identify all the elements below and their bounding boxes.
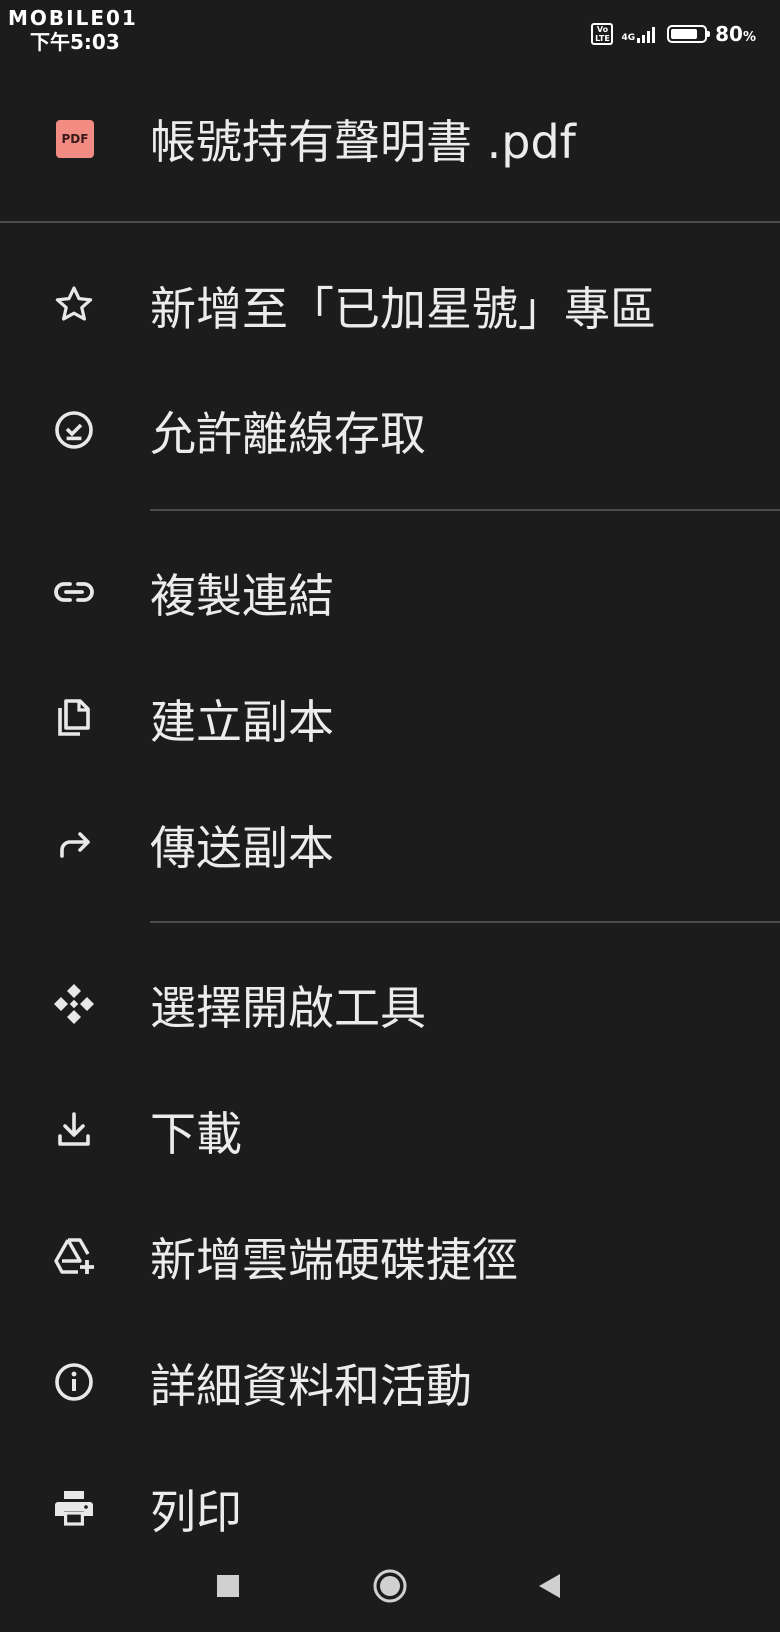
pdf-file-icon: PDF: [56, 120, 94, 158]
menu-item-send-copy[interactable]: 傳送副本: [0, 786, 780, 898]
menu-item-add-star[interactable]: 新增至「已加星號」專區: [0, 247, 780, 359]
menu-item-add-shortcut[interactable]: 新增雲端硬碟捷徑: [0, 1198, 780, 1310]
menu-item-label: 選擇開啟工具: [150, 981, 426, 1035]
forward-arrow-icon: [50, 820, 98, 868]
menu-item-copy-link[interactable]: 複製連結: [0, 534, 780, 646]
recents-button[interactable]: [208, 1566, 248, 1606]
battery-fill: [671, 29, 697, 39]
status-time: 下午5:03: [30, 30, 120, 54]
menu-item-label: 允許離線存取: [150, 407, 426, 461]
volte-icon: Vo LTE: [591, 23, 614, 45]
battery-percent: 80%: [715, 22, 756, 46]
menu-item-label: 新增至「已加星號」專區: [150, 282, 656, 336]
header-divider: [0, 221, 780, 223]
home-button[interactable]: [370, 1566, 410, 1606]
battery-icon: [667, 25, 711, 43]
menu-item-make-copy[interactable]: 建立副本: [0, 660, 780, 772]
download-icon: [50, 1106, 98, 1154]
offline-check-icon: [50, 406, 98, 454]
open-with-icon: [50, 980, 98, 1028]
drive-add-shortcut-icon: [50, 1232, 98, 1280]
menu-item-label: 新增雲端硬碟捷徑: [150, 1233, 518, 1287]
link-icon: [50, 568, 98, 616]
menu-item-offline[interactable]: 允許離線存取: [0, 372, 780, 484]
menu-item-label: 複製連結: [150, 569, 334, 623]
status-indicators: Vo LTE 4G 80%: [591, 22, 756, 46]
print-icon: [50, 1484, 98, 1532]
menu-item-label: 詳細資料和活動: [150, 1359, 472, 1413]
info-icon: [50, 1358, 98, 1406]
system-nav-bar: [0, 1540, 780, 1632]
copy-icon: [50, 694, 98, 742]
menu-item-label: 傳送副本: [150, 821, 334, 875]
file-name: 帳號持有聲明書 .pdf: [150, 115, 576, 169]
menu-item-label: 建立副本: [150, 695, 334, 749]
sheet-header: PDF 帳號持有聲明書 .pdf: [0, 66, 780, 222]
menu-item-download[interactable]: 下載: [0, 1072, 780, 1184]
back-button[interactable]: [530, 1566, 570, 1606]
section-divider: [150, 509, 780, 511]
section-divider: [150, 921, 780, 923]
menu-item-open-with[interactable]: 選擇開啟工具: [0, 946, 780, 1058]
menu-item-label: 列印: [150, 1485, 242, 1539]
network-type: 4G: [621, 33, 636, 43]
star-outline-icon: [50, 281, 98, 329]
menu-item-label: 下載: [150, 1107, 242, 1161]
status-bar: MOBILE01 下午5:03 Vo LTE 4G 80%: [0, 0, 780, 56]
signal-icon: 4G: [621, 25, 659, 43]
menu-item-details[interactable]: 詳細資料和活動: [0, 1324, 780, 1436]
